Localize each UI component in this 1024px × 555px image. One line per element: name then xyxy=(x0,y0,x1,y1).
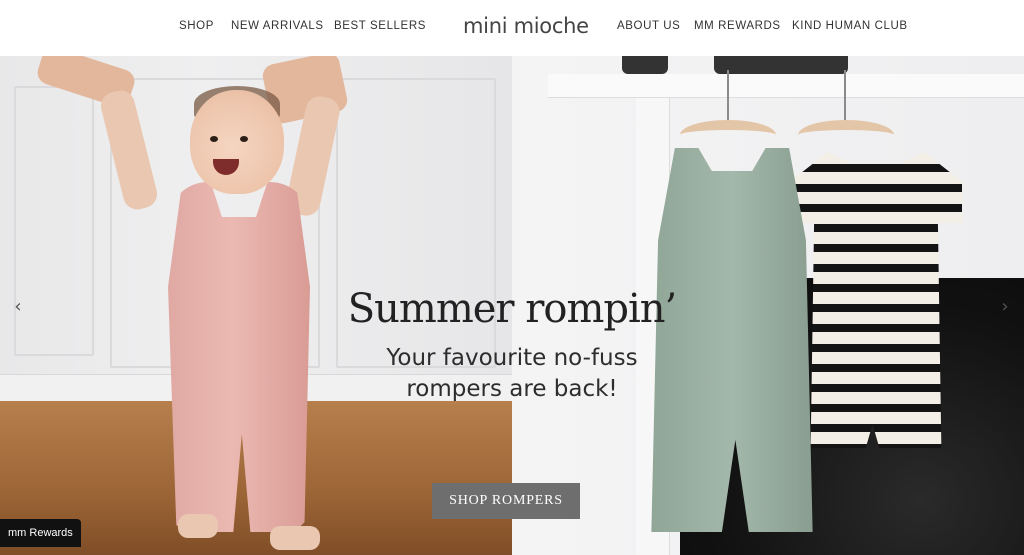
rewards-badge[interactable]: mm Rewards xyxy=(0,519,81,547)
wooden-hanger xyxy=(798,120,894,150)
hero-headline: Summer rompin’ xyxy=(347,286,678,332)
chevron-left-icon[interactable]: ‹ xyxy=(9,294,27,318)
hanger-hook xyxy=(727,70,729,124)
chevron-right-icon[interactable]: › xyxy=(996,294,1014,318)
site-header: SHOP NEW ARRIVALS BEST SELLERS mini mioc… xyxy=(0,0,1024,56)
hanger-hook xyxy=(844,70,846,124)
mantel-vase xyxy=(714,56,848,74)
hero-banner: Summer rompin’ Your favourite no-fuss ro… xyxy=(0,56,1024,555)
nav-shop[interactable]: SHOP xyxy=(179,20,214,32)
fireplace-mantel xyxy=(548,74,1024,98)
shop-rompers-button[interactable]: SHOP ROMPERS xyxy=(432,483,580,519)
wooden-hanger xyxy=(680,120,776,150)
nav-new-arrivals[interactable]: NEW ARRIVALS xyxy=(231,20,324,32)
baby-face xyxy=(190,90,284,194)
baby-eye xyxy=(240,136,248,142)
mantel-vase xyxy=(622,56,668,74)
baby-foot xyxy=(178,514,218,538)
nav-best-sellers[interactable]: BEST SELLERS xyxy=(334,20,426,32)
baby-foot xyxy=(270,526,320,550)
hero-subline-2: rompers are back! xyxy=(406,376,618,402)
nav-mm-rewards[interactable]: MM REWARDS xyxy=(694,20,781,32)
nav-about-us[interactable]: ABOUT US xyxy=(617,20,680,32)
site-logo[interactable]: mini mioche xyxy=(463,14,589,38)
hero-subline-1: Your favourite no-fuss xyxy=(386,345,638,371)
nav-kind-human-club[interactable]: KIND HUMAN CLUB xyxy=(792,20,908,32)
baby-eye xyxy=(210,136,218,142)
